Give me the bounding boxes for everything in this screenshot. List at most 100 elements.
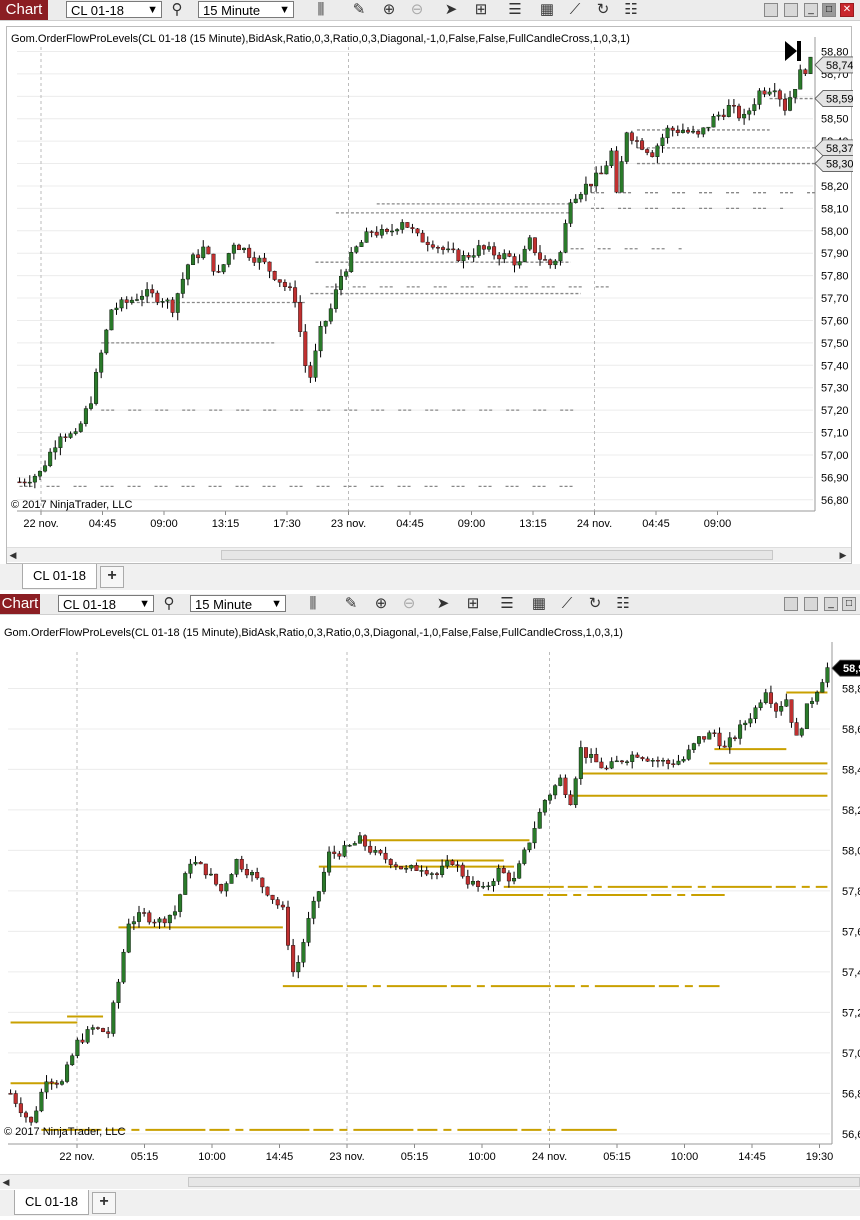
x-tick-label: 05:15	[603, 1151, 631, 1163]
candle-body	[731, 105, 736, 107]
candle-body	[793, 89, 798, 98]
price-plot-2[interactable]: 58,8 58,6 58,4 58,2 58,0 57,8 57,6 57,4 57,2 57,0…	[0, 622, 860, 1190]
chart-svg-2: 58,8 58,6 58,4 58,2 58,0 57,8 57,6 57,4 57,2 57,0…	[8, 642, 860, 1163]
price-marker-label: 58,74	[826, 60, 853, 72]
candle-body	[354, 246, 359, 253]
reload-icon[interactable]: ↻	[594, 1, 612, 19]
candle-body	[101, 1028, 106, 1032]
restore-icon[interactable]	[764, 3, 778, 17]
properties-icon[interactable]: ☷	[614, 595, 632, 613]
tile-icon[interactable]	[804, 597, 818, 611]
candle-body	[665, 127, 670, 139]
candle-body	[126, 923, 131, 953]
draw-pencil-icon[interactable]: ✎	[350, 1, 368, 19]
restore-icon[interactable]	[784, 597, 798, 611]
y-tick-label: 57,70	[821, 293, 849, 305]
maximize-icon[interactable]: □	[822, 3, 836, 17]
minimize-icon[interactable]: _	[804, 3, 818, 17]
strategies-icon[interactable]: ⟋	[566, 1, 584, 19]
candle-body	[712, 732, 717, 734]
strategies-icon[interactable]: ⟋	[558, 595, 576, 613]
instrument-selector[interactable]: CL 01-18 ▼	[58, 595, 154, 612]
chart-window-2: Chart CL 01-18 ▼ ⚲ 15 Minute ▼ ⫼ ✎ ⊕ ⊖ ➤ ⊞…	[0, 594, 860, 1220]
candle-body	[48, 451, 53, 466]
chart-tab[interactable]: Chart	[0, 594, 40, 614]
candle-body	[456, 249, 461, 262]
zoom-in-icon[interactable]: ⊕	[380, 1, 398, 19]
tile-icon[interactable]	[784, 3, 798, 17]
tab-cl-01-18[interactable]: CL 01-18	[22, 564, 97, 589]
candle-body	[206, 246, 211, 255]
price-plot-1[interactable]: 58,8058,7058,6058,5058,4058,3058,2058,10…	[6, 26, 853, 564]
reload-icon[interactable]: ↻	[586, 595, 604, 613]
candle-body	[491, 881, 496, 887]
candle-body	[527, 237, 532, 250]
tab-cl-01-18[interactable]: CL 01-18	[14, 1190, 89, 1215]
price-marker-label: 58,9	[843, 663, 860, 675]
horizontal-scrollbar[interactable]: ◀	[0, 1174, 860, 1189]
interval-selector[interactable]: 15 Minute ▼	[190, 595, 286, 612]
add-tab-button[interactable]: +	[92, 1192, 116, 1214]
scroll-thumb[interactable]	[188, 1177, 860, 1187]
minimize-icon[interactable]: _	[824, 597, 838, 611]
templates-icon[interactable]: ▦	[538, 1, 556, 19]
chart-trader-icon[interactable]: ☰	[498, 595, 516, 613]
interval-selector[interactable]: 15 Minute ▼	[198, 1, 294, 18]
candle-body	[435, 247, 440, 249]
candle-body	[670, 127, 675, 131]
scroll-left-icon[interactable]: ◀	[7, 548, 19, 562]
close-icon[interactable]: ✕	[840, 3, 854, 17]
candle-body	[185, 264, 190, 280]
candle-body	[650, 759, 655, 762]
candle-body	[691, 131, 696, 133]
horizontal-scrollbar[interactable]: ◀ ▶	[7, 547, 851, 562]
candle-body	[721, 114, 726, 117]
draw-pencil-icon[interactable]: ✎	[342, 595, 360, 613]
y-tick-label: 56,80	[821, 495, 849, 507]
add-tab-button[interactable]: +	[100, 566, 124, 588]
instrument-selector[interactable]: CL 01-18 ▼	[66, 1, 162, 18]
zoom-out-icon[interactable]: ⊖	[408, 1, 426, 19]
scroll-left-icon[interactable]: ◀	[0, 1175, 12, 1189]
templates-icon[interactable]: ▦	[530, 595, 548, 613]
scroll-thumb[interactable]	[221, 550, 773, 560]
pointer-icon[interactable]: ➤	[434, 595, 452, 613]
x-tick-label: 09:00	[150, 518, 178, 530]
candle-body	[594, 172, 599, 187]
properties-icon[interactable]: ☷	[622, 1, 640, 19]
search-icon[interactable]: ⚲	[168, 1, 186, 19]
x-tick-label: 13:15	[212, 518, 240, 530]
candle-body	[762, 90, 767, 95]
bars-type-icon[interactable]: ⫼	[312, 1, 330, 19]
candle-body	[481, 886, 486, 888]
x-tick-label: 14:45	[266, 1151, 294, 1163]
candle-body	[191, 254, 196, 265]
candle-body	[226, 253, 231, 265]
candle-body	[538, 252, 542, 260]
zoom-in-icon[interactable]: ⊕	[372, 595, 390, 613]
x-tick-label: 14:45	[738, 1151, 766, 1163]
candle-body	[742, 113, 747, 119]
candle-body	[167, 914, 172, 924]
y-tick-label: 57,60	[821, 315, 849, 327]
chart-trader-icon[interactable]: ☰	[506, 1, 524, 19]
y-tick-label: 57,40	[821, 360, 849, 372]
data-box-icon[interactable]: ⊞	[464, 595, 482, 613]
candle-body	[789, 699, 794, 723]
candle-body	[517, 863, 522, 879]
x-tick-label: 22 nov.	[59, 1151, 94, 1163]
scroll-right-icon[interactable]: ▶	[837, 548, 849, 562]
candle-body	[542, 799, 547, 813]
candle-body	[738, 724, 743, 739]
maximize-icon[interactable]: □	[842, 597, 856, 611]
candle-body	[129, 299, 134, 303]
y-tick-label: 58,4	[842, 764, 860, 776]
y-tick-label: 57,6	[842, 926, 860, 938]
pointer-icon[interactable]: ➤	[442, 1, 460, 19]
search-icon[interactable]: ⚲	[160, 595, 178, 613]
chart-tab[interactable]: Chart	[0, 0, 48, 20]
y-tick-label: 58,50	[821, 114, 849, 126]
bars-type-icon[interactable]: ⫼	[304, 595, 322, 613]
zoom-out-icon[interactable]: ⊖	[400, 595, 418, 613]
data-box-icon[interactable]: ⊞	[472, 1, 490, 19]
